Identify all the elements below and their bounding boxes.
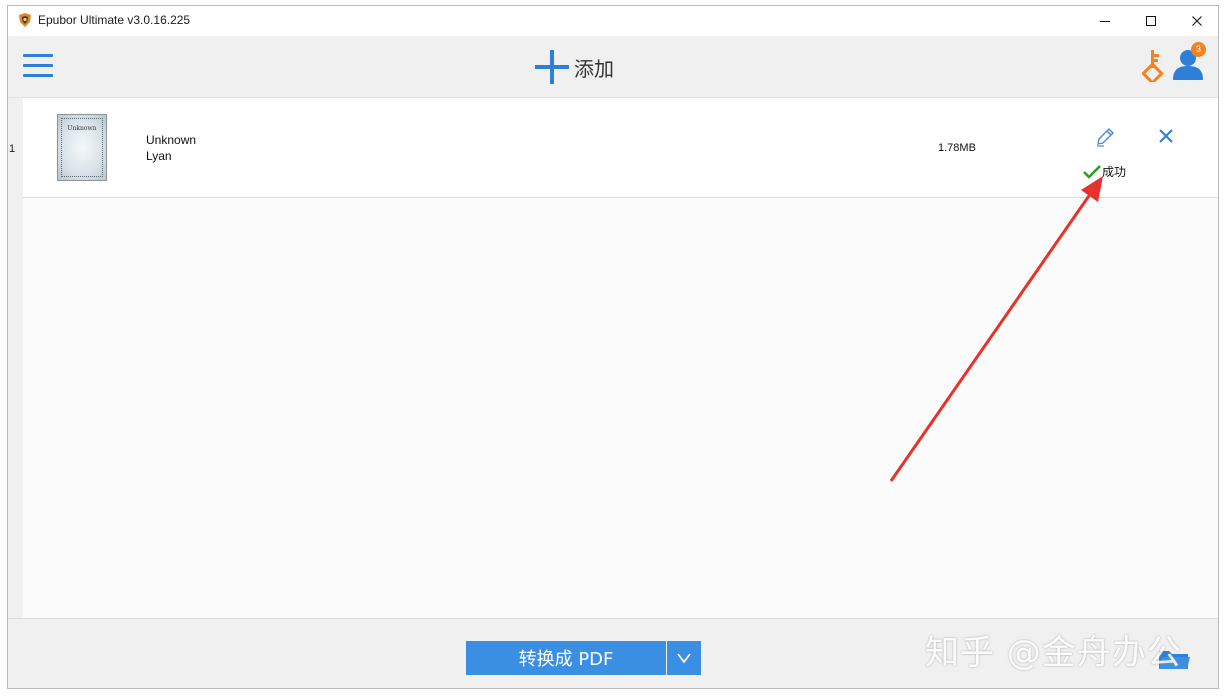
- menu-bar-icon: [23, 74, 53, 77]
- minimize-button[interactable]: [1082, 6, 1128, 36]
- edit-pencil-icon[interactable]: [1094, 126, 1116, 148]
- cover-title: Unknown: [67, 125, 97, 132]
- notification-badge: 3: [1191, 42, 1206, 57]
- app-logo-icon: [19, 13, 31, 27]
- toolbar: 添加 3: [8, 36, 1218, 98]
- add-book-button[interactable]: 添加: [534, 48, 614, 86]
- close-icon: [1192, 16, 1202, 26]
- add-label: 添加: [574, 56, 614, 81]
- book-size: 1.78MB: [938, 142, 976, 154]
- format-dropdown-button[interactable]: [667, 641, 701, 675]
- key-icon[interactable]: [1142, 48, 1164, 82]
- close-window-button[interactable]: [1174, 6, 1218, 36]
- menu-bar-icon: [23, 64, 53, 67]
- book-cover-image: Unknown: [57, 114, 107, 181]
- conversion-status: 成功: [1082, 163, 1126, 180]
- book-author: Lyan: [146, 149, 172, 163]
- status-label: 成功: [1102, 165, 1127, 179]
- minimize-icon: [1100, 21, 1110, 22]
- check-icon: [1083, 164, 1101, 179]
- convert-button[interactable]: 转换成 PDF: [466, 641, 666, 675]
- book-list: Unknown Unknown Lyan 1.78MB 成功: [23, 98, 1218, 618]
- window-title: Epubor Ultimate v3.0.16.225: [38, 13, 191, 27]
- hamburger-menu-button[interactable]: [23, 52, 55, 80]
- title-bar: Epubor Ultimate v3.0.16.225: [8, 6, 1218, 36]
- plus-icon: [535, 50, 569, 84]
- app-window: Epubor Ultimate v3.0.16.225 添加 3 1 Unkno…: [7, 5, 1219, 689]
- remove-book-icon[interactable]: [1158, 128, 1174, 144]
- maximize-icon: [1146, 16, 1156, 26]
- book-row[interactable]: Unknown Unknown Lyan 1.78MB 成功: [23, 98, 1218, 198]
- watermark-text: 知乎 @金舟办公: [925, 633, 1182, 673]
- book-title: Unknown: [146, 133, 197, 147]
- list-gutter: [8, 98, 23, 618]
- row-index: 1: [9, 143, 16, 155]
- chevron-down-icon: [677, 653, 691, 664]
- menu-bar-icon: [23, 54, 53, 57]
- maximize-button[interactable]: [1128, 6, 1174, 36]
